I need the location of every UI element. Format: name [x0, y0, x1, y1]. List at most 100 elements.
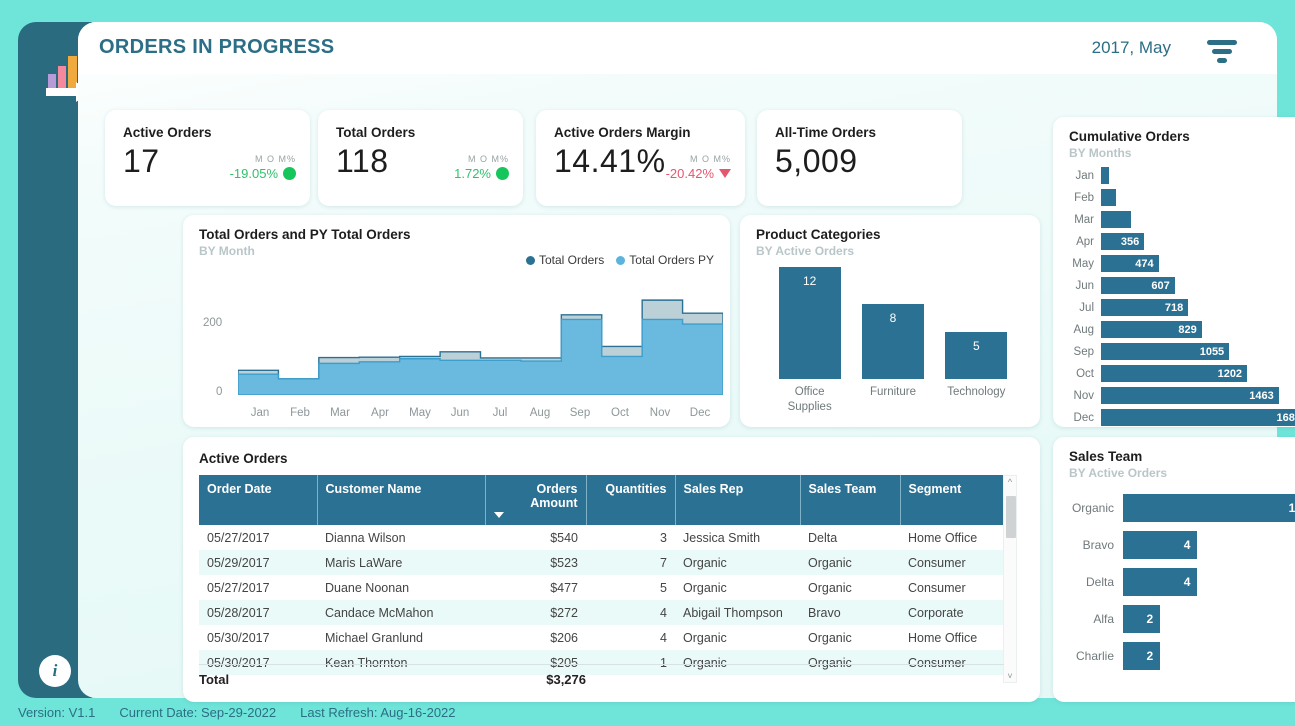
dashboard-root: i ORDERS IN PROGRESS 2017, May Active Or…	[0, 0, 1295, 726]
total-label: Total	[199, 672, 230, 687]
category-label: Jan	[1075, 169, 1094, 182]
bar[interactable]: 2	[1123, 604, 1161, 633]
cell-orders-amount: $523	[550, 555, 578, 570]
cell-quantities: 3	[660, 530, 667, 545]
bar-row[interactable]: Alfa 2	[1061, 600, 1295, 637]
bar-column[interactable]: 12	[778, 267, 841, 379]
info-icon[interactable]: i	[39, 655, 71, 687]
active-orders-table-card[interactable]: Active Orders Order Date Customer Name O…	[183, 437, 1040, 702]
bar[interactable]	[1101, 211, 1132, 228]
column-header-customer-name[interactable]: Customer Name	[317, 475, 486, 525]
bar-column[interactable]: 8	[861, 304, 924, 379]
cell-order-date: 05/30/2017	[207, 630, 270, 645]
bar[interactable]: 8	[861, 304, 924, 379]
bar-row[interactable]: Aug 829	[1067, 319, 1295, 340]
legend-swatch-icon	[525, 255, 535, 265]
kpi-card-active-orders-margin[interactable]: Active Orders Margin 14.41% M O M% -20.4…	[536, 110, 745, 206]
kpi-mom: M O M% -20.42%	[666, 154, 731, 181]
kpi-card-total-orders[interactable]: Total Orders 118 M O M% 1.72%	[318, 110, 523, 206]
legend-swatch-icon	[616, 255, 626, 265]
bar-column[interactable]: 5	[945, 332, 1008, 379]
chart-legend: Total Orders Total Orders PY	[525, 253, 714, 267]
chart-title: Sales Team	[1069, 449, 1143, 464]
cell-sales-team: Bravo	[808, 605, 841, 620]
table-row[interactable]: 05/28/2017 Candace McMahon $272 4 Abigail Th…	[199, 600, 1004, 625]
scrollbar-thumb[interactable]	[1006, 496, 1016, 538]
cell-customer-name: Michael Granlund	[325, 630, 423, 645]
scroll-up-icon[interactable]: ^	[1008, 476, 1012, 488]
table-scrollbar[interactable]: ^ ˅	[1003, 475, 1017, 683]
mom-label: M O M%	[255, 154, 296, 164]
table-row[interactable]: 05/30/2017 Michael Granlund $206 4 Organic Or…	[199, 625, 1004, 650]
column-header-quantities[interactable]: Quantities	[586, 475, 676, 525]
column-header-segment[interactable]: Segment	[900, 475, 1004, 525]
product-categories-chart-card[interactable]: Product Categories BY Active Orders 12 8 5…	[740, 215, 1040, 427]
bar-row[interactable]: Mar	[1067, 209, 1295, 230]
bar-row[interactable]: Jun 607	[1067, 275, 1295, 296]
date-filter-value[interactable]: 2017, May	[1092, 38, 1171, 58]
column-header-sales-rep[interactable]: Sales Rep	[675, 475, 801, 525]
bar[interactable]: 718	[1101, 299, 1189, 316]
bar[interactable]: 10	[1123, 493, 1295, 522]
bar[interactable]: 607	[1101, 277, 1175, 294]
bar[interactable]	[1101, 167, 1110, 184]
bar[interactable]: 4	[1123, 530, 1198, 559]
category-label: Organic	[1071, 500, 1114, 515]
cell-sales-team: Delta	[808, 530, 838, 545]
column-header-sales-team[interactable]: Sales Team	[800, 475, 901, 525]
bar-row[interactable]: Apr 356	[1067, 231, 1295, 252]
x-axis-tick: Apr	[371, 407, 389, 419]
total-orders-vs-py-chart-card[interactable]: Total Orders and PY Total Orders BY Mont…	[183, 215, 730, 427]
bar-row[interactable]: Jan	[1067, 165, 1295, 186]
cell-segment: Corporate	[908, 605, 964, 620]
kpi-card-active-orders[interactable]: Active Orders 17 M O M% -19.05%	[105, 110, 310, 206]
bar[interactable]: 4	[1123, 567, 1198, 596]
bar[interactable]: 474	[1101, 255, 1159, 272]
bar-row[interactable]: Delta 4	[1061, 563, 1295, 600]
bar[interactable]: 829	[1101, 321, 1202, 338]
kpi-card-all-time-orders[interactable]: All-Time Orders 5,009	[757, 110, 962, 206]
bar[interactable]: 1463	[1101, 387, 1279, 404]
column-header-orders-amount[interactable]: Orders Amount	[485, 475, 587, 525]
scrollbar-track[interactable]	[1004, 488, 1016, 670]
bar-row[interactable]: Sep 1055	[1067, 341, 1295, 362]
bar-row[interactable]: Charlie 2	[1061, 637, 1295, 674]
sales-team-chart-card[interactable]: Sales Team BY Active Orders Organic 10 Bra…	[1053, 437, 1295, 702]
footer-version: Version: V1.1	[18, 704, 96, 720]
bar-row[interactable]: Nov 1463	[1067, 385, 1295, 406]
page-title: ORDERS IN PROGRESS	[99, 36, 335, 58]
bar-row[interactable]: Oct 1202	[1067, 363, 1295, 384]
green-dot-icon	[496, 167, 509, 180]
table-row[interactable]: 05/29/2017 Maris LaWare $523 7 Organic Organi…	[199, 550, 1004, 575]
bar-row[interactable]: Jul 718	[1067, 297, 1295, 318]
bar[interactable]	[1101, 189, 1117, 206]
bar[interactable]: 1687	[1101, 409, 1295, 426]
bar[interactable]: 2	[1123, 641, 1161, 670]
chart-subtitle: BY Months	[1069, 146, 1132, 160]
bar-value-label: 12	[802, 274, 817, 288]
bar-row[interactable]: Dec 1687	[1067, 407, 1295, 428]
cell-segment: Home Office	[908, 530, 978, 545]
bar[interactable]: 5	[945, 332, 1008, 379]
bar-value-label: 1202	[1217, 367, 1243, 380]
kpi-value: 5,009	[775, 143, 858, 179]
table-row[interactable]: 05/27/2017 Dianna Wilson $540 3 Jessica Smit…	[199, 525, 1004, 550]
bar-row[interactable]: May 474	[1067, 253, 1295, 274]
bar[interactable]: 1055	[1101, 343, 1230, 360]
bar[interactable]: 356	[1101, 233, 1145, 250]
cumulative-orders-chart-card[interactable]: Cumulative Orders BY Months Jan Feb Mar Apr…	[1053, 117, 1295, 427]
sales-team-bars: Organic 10 Bravo 4 Delta 4 Alfa 2 Charlie 2	[1061, 489, 1295, 674]
table-row[interactable]: 05/27/2017 Duane Noonan $477 5 Organic Organi…	[199, 575, 1004, 600]
column-header-order-date[interactable]: Order Date	[199, 475, 318, 525]
scroll-down-icon[interactable]: ˅	[1007, 670, 1012, 682]
bar[interactable]: 1202	[1101, 365, 1248, 382]
bar[interactable]: 12	[778, 267, 841, 379]
legend-item-total-orders-py[interactable]: Total Orders PY	[616, 253, 714, 267]
filter-funnel-icon[interactable]	[1207, 40, 1237, 63]
bar-row[interactable]: Feb	[1067, 187, 1295, 208]
x-axis-tick: Jan	[250, 407, 270, 419]
bar-row[interactable]: Bravo 4	[1061, 526, 1295, 563]
product-categories-bars: 12 8 5	[768, 267, 1018, 379]
bar-row[interactable]: Organic 10	[1061, 489, 1295, 526]
legend-item-total-orders[interactable]: Total Orders	[525, 253, 604, 267]
